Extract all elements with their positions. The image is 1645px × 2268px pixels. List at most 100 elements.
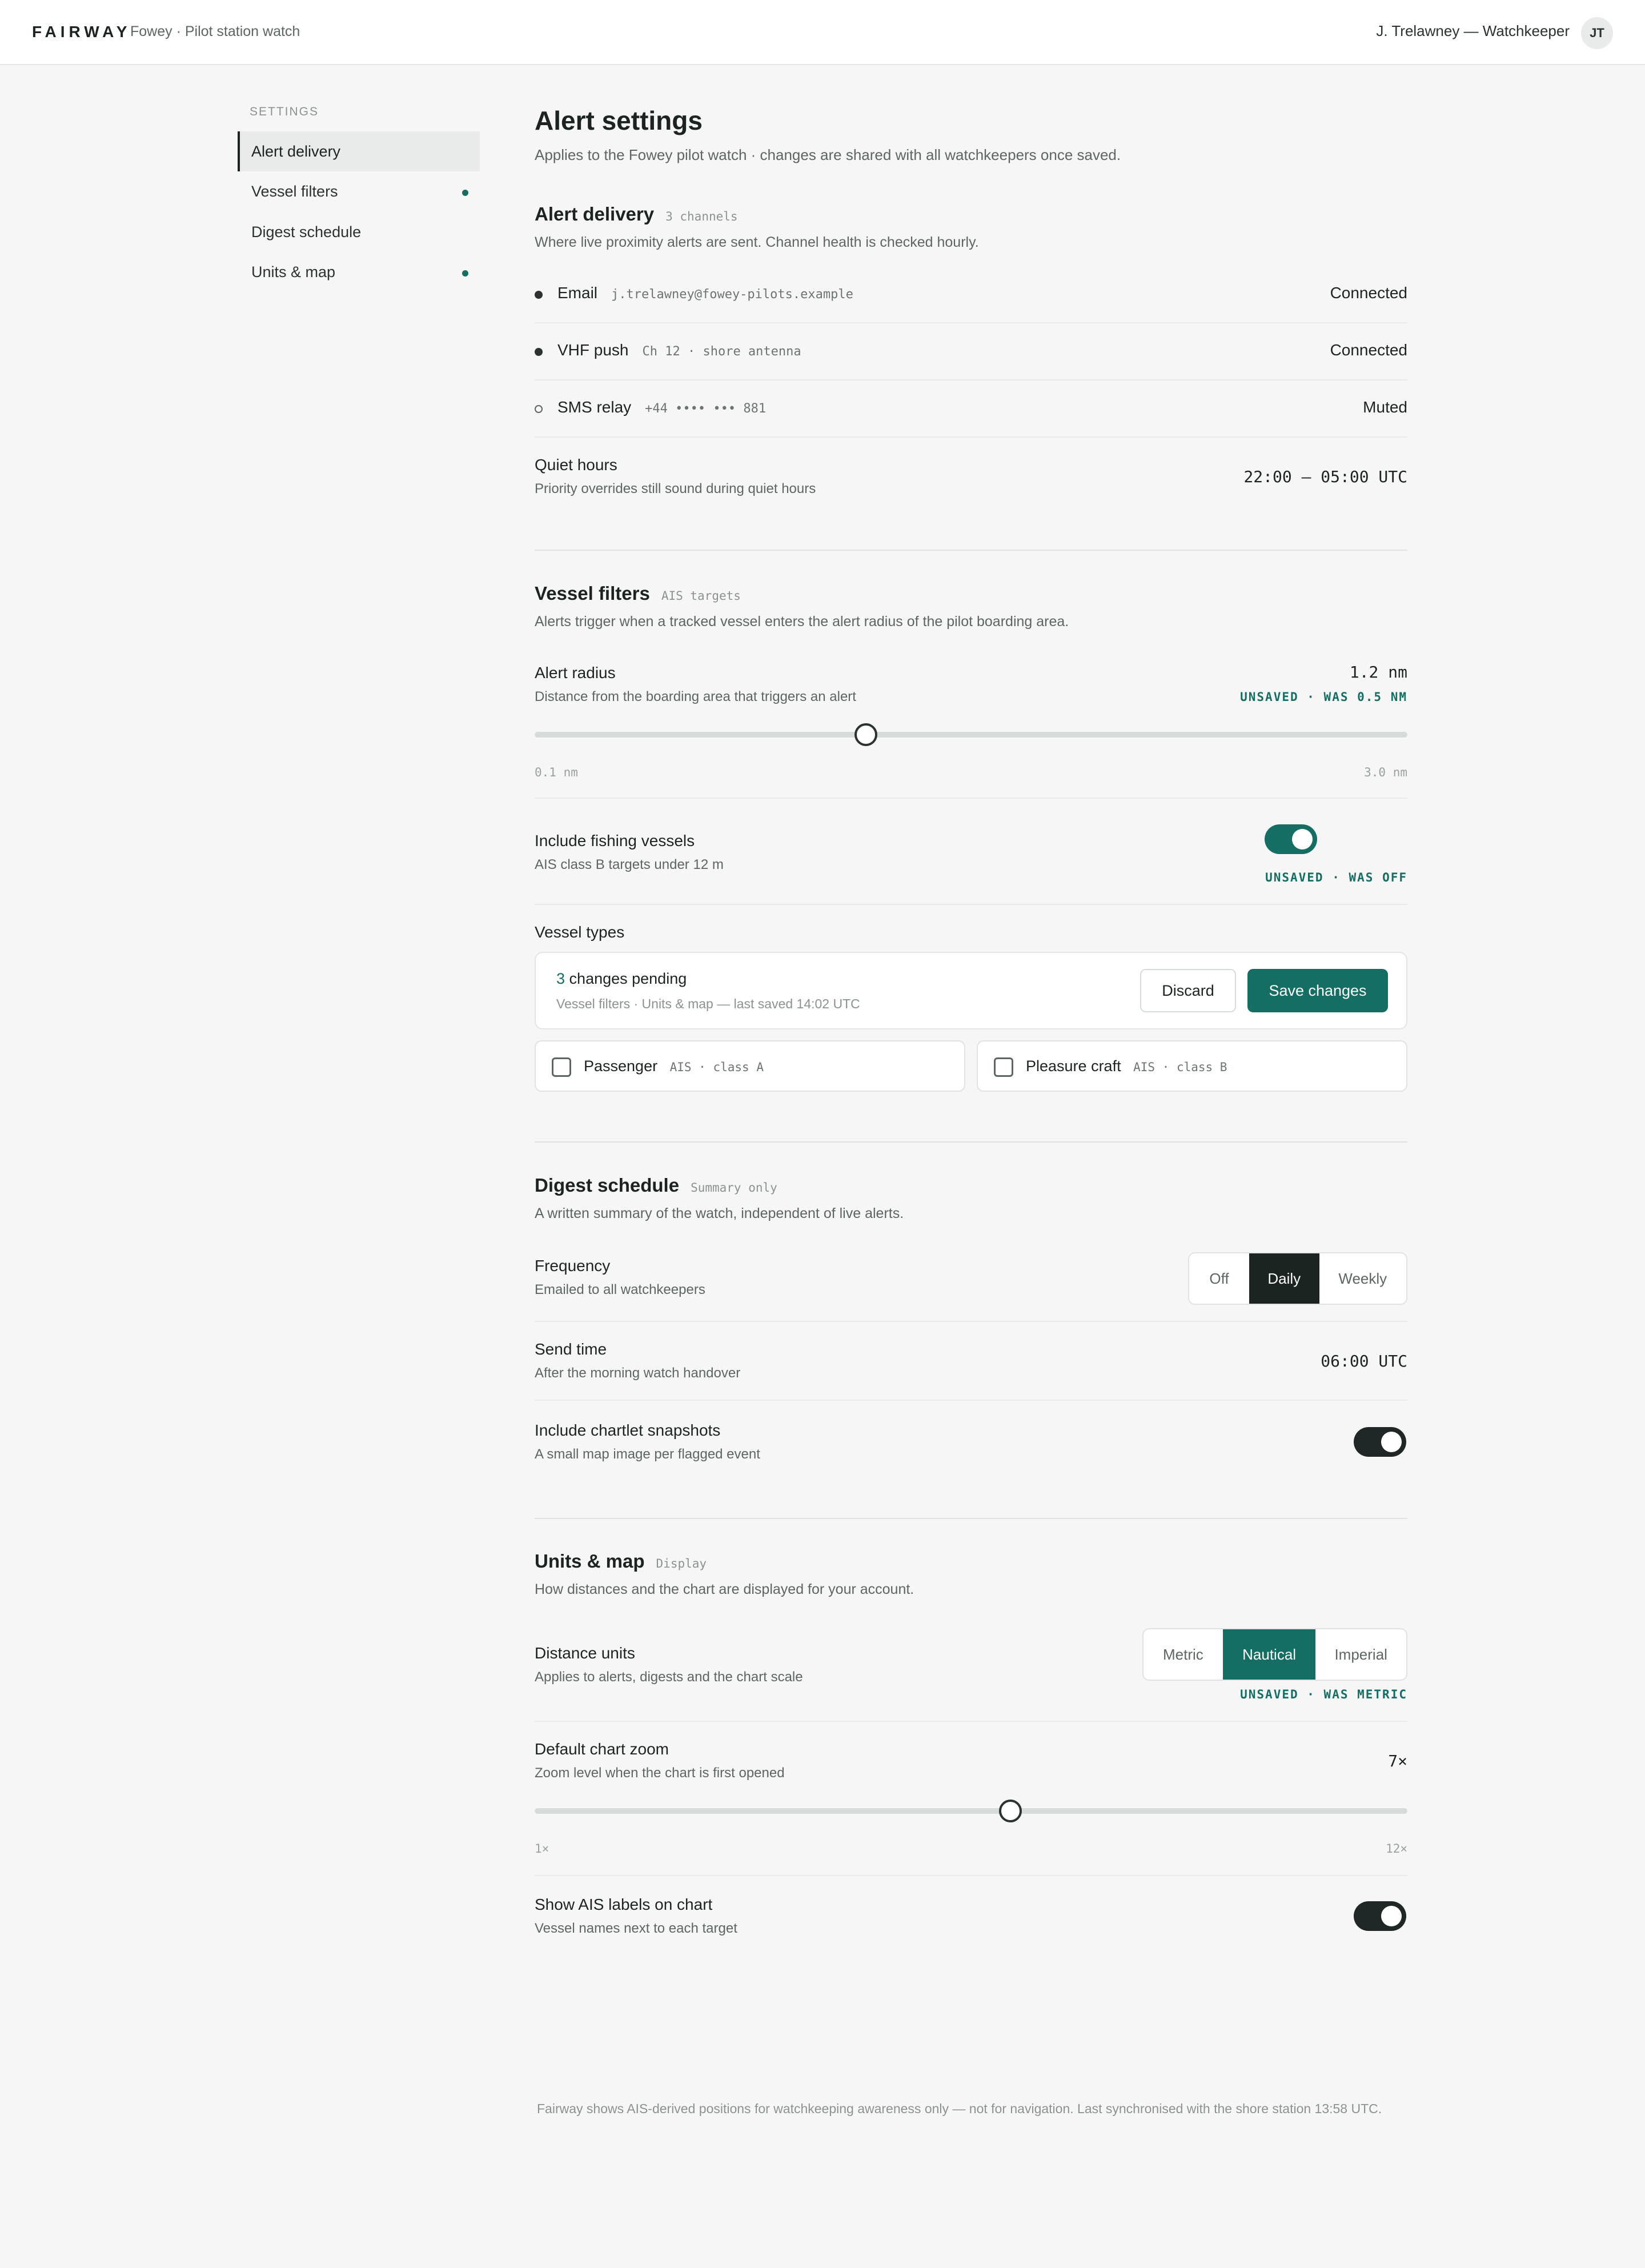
app-logo[interactable]: FAIRWAY xyxy=(32,23,131,41)
sidebar-heading: SETTINGS xyxy=(250,105,319,118)
section-description: How distances and the chart are displaye… xyxy=(535,1581,914,1597)
channel-detail: Ch 12 · shore antenna xyxy=(642,344,801,359)
section-description: A written summary of the watch, independ… xyxy=(535,1205,904,1221)
section-description: Where live proximity alerts are sent. Ch… xyxy=(535,234,979,250)
user-name[interactable]: J. Trelawney — Watchkeeper xyxy=(1376,22,1570,40)
unsaved-badge: UNSAVED · WAS METRIC xyxy=(1240,1688,1407,1701)
slider-min-label: 0.1 nm xyxy=(535,766,578,779)
sidebar-item-digest-schedule[interactable]: Digest schedule xyxy=(238,212,480,252)
quiet-hours-value[interactable]: 22:00 – 05:00 UTC xyxy=(1142,467,1407,486)
section-title: Alert delivery xyxy=(535,203,655,225)
frequency-option-daily[interactable]: Daily xyxy=(1249,1253,1319,1304)
divider xyxy=(535,904,1407,905)
divider xyxy=(535,798,1407,799)
toggle-knob xyxy=(1292,829,1313,850)
alert-radius-description: Distance from the boarding area that tri… xyxy=(535,689,856,704)
vessel-type-passenger[interactable]: Passenger AIS · class A xyxy=(535,1040,965,1092)
ais-labels-title: Show AIS labels on chart xyxy=(535,1896,713,1913)
vessel-type-label: Passenger AIS · class A xyxy=(584,1057,764,1075)
distance-option-nautical[interactable]: Nautical xyxy=(1222,1629,1316,1680)
section-divider xyxy=(535,550,1407,551)
unsaved-dot-icon xyxy=(462,270,468,277)
section-tag: AIS targets xyxy=(661,589,741,603)
distance-option-imperial[interactable]: Imperial xyxy=(1315,1629,1406,1680)
section-description: Alerts trigger when a tracked vessel ent… xyxy=(535,614,1069,630)
fishing-toggle[interactable] xyxy=(1265,824,1317,854)
slider-max-label: 3.0 nm xyxy=(1364,766,1407,779)
distance-units-title: Distance units xyxy=(535,1644,635,1662)
pending-detail: Vessel filters · Units & map — last save… xyxy=(556,996,860,1011)
connected-status-icon xyxy=(535,291,543,299)
fishing-title: Include fishing vessels xyxy=(535,832,695,850)
top-bar: FAIRWAY Fowey · Pilot station watch J. T… xyxy=(0,0,1645,65)
frequency-selector[interactable]: Off Daily Weekly xyxy=(1188,1252,1407,1305)
section-heading-digest: Digest schedule Summary only xyxy=(535,1175,777,1196)
quiet-hours-description: Priority overrides still sound during qu… xyxy=(535,481,816,496)
ais-labels-toggle[interactable] xyxy=(1354,1901,1406,1931)
frequency-option-off[interactable]: Off xyxy=(1189,1253,1249,1304)
pending-changes-bar: 3 changes pending Vessel filters · Units… xyxy=(535,952,1407,1029)
section-divider xyxy=(535,1518,1407,1519)
save-changes-button[interactable]: Save changes xyxy=(1247,969,1388,1012)
toggle-knob xyxy=(1381,1906,1402,1926)
distance-units-selector[interactable]: Metric Nautical Imperial xyxy=(1142,1628,1407,1681)
divider xyxy=(535,322,1407,323)
section-title: Vessel filters xyxy=(535,583,650,604)
fishing-description: AIS class B targets under 12 m xyxy=(535,857,724,872)
snapshots-toggle[interactable] xyxy=(1354,1427,1406,1457)
send-time-description: After the morning watch handover xyxy=(535,1365,741,1381)
alert-radius-slider[interactable] xyxy=(535,732,1407,738)
send-time-value[interactable]: 06:00 UTC xyxy=(1199,1352,1407,1371)
slider-max-label: 12× xyxy=(1386,1842,1407,1856)
send-time-title: Send time xyxy=(535,1340,607,1358)
section-tag: Display xyxy=(656,1557,707,1570)
page-title: Alert settings xyxy=(535,106,703,135)
avatar[interactable]: JT xyxy=(1581,17,1613,49)
slider-handle[interactable] xyxy=(999,1800,1022,1822)
distance-units-description: Applies to alerts, digests and the chart… xyxy=(535,1669,803,1685)
section-title: Units & map xyxy=(535,1550,645,1572)
section-heading-units: Units & map Display xyxy=(535,1550,707,1572)
channel-status[interactable]: Muted xyxy=(1199,398,1407,416)
alert-radius-value: 1.2 nm xyxy=(1349,663,1407,682)
vessel-type-meta: AIS · class A xyxy=(669,1060,764,1074)
unsaved-dot-icon xyxy=(462,190,468,196)
sidebar-item-label: Alert delivery xyxy=(251,143,341,160)
vessel-type-name: Passenger xyxy=(584,1057,658,1075)
vessel-type-meta: AIS · class B xyxy=(1133,1060,1227,1074)
sidebar-item-units-map[interactable]: Units & map xyxy=(238,252,480,292)
checkbox[interactable] xyxy=(994,1057,1013,1077)
pending-label: changes pending xyxy=(569,970,687,987)
checkbox[interactable] xyxy=(552,1057,571,1077)
frequency-option-weekly[interactable]: Weekly xyxy=(1319,1253,1406,1304)
divider xyxy=(535,1875,1407,1876)
distance-option-metric[interactable]: Metric xyxy=(1144,1629,1223,1680)
section-heading-alert-delivery: Alert delivery 3 channels xyxy=(535,203,738,225)
frequency-description: Emailed to all watchkeepers xyxy=(535,1282,705,1297)
divider xyxy=(535,436,1407,438)
section-tag: 3 channels xyxy=(665,210,738,223)
channel-status[interactable]: Connected xyxy=(1199,341,1407,359)
section-title: Digest schedule xyxy=(535,1175,680,1196)
unsaved-badge: UNSAVED · WAS 0.5 NM xyxy=(1240,690,1407,704)
channel-detail: +44 •••• ••• 881 xyxy=(645,402,767,416)
vessel-type-pleasure-craft[interactable]: Pleasure craft AIS · class B xyxy=(977,1040,1407,1092)
alert-radius-title: Alert radius xyxy=(535,664,616,682)
vessel-type-label: Pleasure craft AIS · class B xyxy=(1026,1057,1227,1075)
sidebar-item-label: Digest schedule xyxy=(251,223,362,241)
sidebar-item-alert-delivery[interactable]: Alert delivery xyxy=(238,131,480,171)
slider-handle[interactable] xyxy=(854,723,877,746)
station-name: Fowey · Pilot station watch xyxy=(130,23,300,39)
discard-button[interactable]: Discard xyxy=(1140,969,1236,1012)
section-tag: Summary only xyxy=(691,1181,777,1195)
divider xyxy=(535,1321,1407,1322)
channel-vhf: VHF push Ch 12 · shore antenna xyxy=(557,341,801,359)
divider xyxy=(535,1400,1407,1401)
chart-zoom-slider[interactable] xyxy=(535,1808,1407,1814)
sidebar-item-vessel-filters[interactable]: Vessel filters xyxy=(238,171,480,211)
chart-zoom-title: Default chart zoom xyxy=(535,1740,669,1758)
section-divider xyxy=(535,1141,1407,1143)
channel-status[interactable]: Connected xyxy=(1199,284,1407,302)
page-subtitle: Applies to the Fowey pilot watch · chang… xyxy=(535,146,1121,163)
divider xyxy=(535,379,1407,380)
